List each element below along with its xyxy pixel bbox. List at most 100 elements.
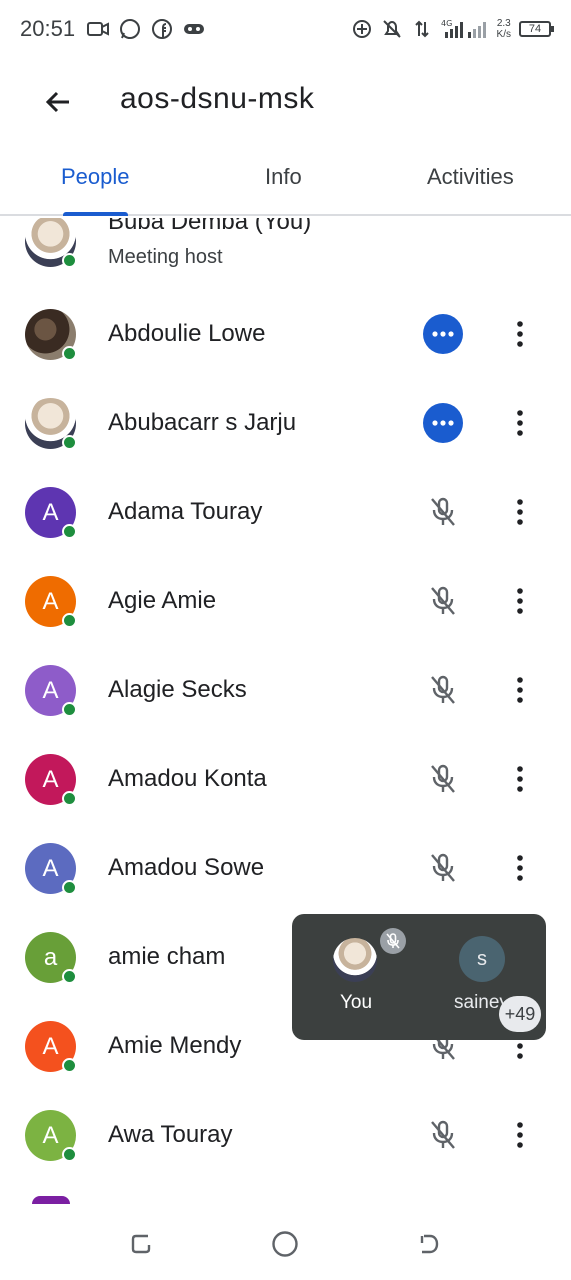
participant-row[interactable]: A Awa Touray bbox=[0, 1091, 571, 1180]
mic-status bbox=[423, 492, 463, 532]
avatar bbox=[25, 398, 77, 450]
participant-row[interactable]: Abdoulie Lowe bbox=[0, 290, 571, 379]
participant-row[interactable]: A Amadou Sowe bbox=[0, 824, 571, 913]
participant-name: Amadou Konta bbox=[108, 765, 267, 792]
notification-icons bbox=[87, 18, 205, 40]
network-speed-unit: K/s bbox=[496, 29, 511, 40]
more-options-button[interactable] bbox=[505, 492, 535, 532]
more-options-button[interactable] bbox=[505, 759, 535, 799]
speaking-indicator-button[interactable] bbox=[423, 403, 463, 443]
self-label: You bbox=[340, 992, 373, 1013]
participant-row[interactable]: A Adama Touray bbox=[0, 468, 571, 557]
online-indicator bbox=[62, 1147, 77, 1162]
avatar: A bbox=[25, 487, 77, 539]
facebook-icon bbox=[151, 18, 173, 40]
more-vert-icon bbox=[517, 677, 523, 703]
participant-role: Meeting host bbox=[108, 246, 223, 268]
online-indicator bbox=[62, 1058, 77, 1073]
online-indicator bbox=[62, 435, 77, 450]
back-button[interactable] bbox=[38, 82, 78, 122]
tab-bar: People Info Activities bbox=[0, 150, 571, 216]
participant-name: Awa Touray bbox=[108, 1121, 233, 1148]
avatar-initial: A bbox=[42, 765, 59, 793]
more-vert-icon bbox=[517, 766, 523, 792]
svg-text:4G: 4G bbox=[441, 19, 452, 28]
mic-off-icon bbox=[431, 1120, 455, 1149]
mic-off-icon bbox=[431, 675, 455, 704]
mic-status bbox=[423, 1115, 463, 1155]
participant-name: Amadou Sowe bbox=[108, 854, 265, 881]
mic-off-icon bbox=[431, 586, 455, 615]
status-bar: 20:51 4G 2.3 K/s 74 bbox=[0, 0, 571, 58]
mic-off-icon bbox=[431, 764, 455, 793]
more-vert-icon bbox=[517, 321, 523, 347]
participant-row[interactable]: A Amadou Konta bbox=[0, 735, 571, 824]
participant-name: Alagie Secks bbox=[108, 676, 247, 703]
online-indicator bbox=[62, 969, 77, 984]
participant-name: Adama Touray bbox=[108, 498, 263, 525]
system-icons: 4G 2.3 K/s 74 bbox=[351, 18, 554, 40]
avatar-initial: s bbox=[477, 947, 487, 970]
participant-name: Abdoulie Lowe bbox=[108, 320, 266, 347]
status-time: 20:51 bbox=[20, 16, 76, 41]
online-indicator bbox=[62, 253, 77, 268]
online-indicator bbox=[62, 613, 77, 628]
more-options-button[interactable] bbox=[505, 670, 535, 710]
tab-activities[interactable]: Activities bbox=[427, 164, 514, 190]
participant-list[interactable]: Buba Demba (You) Meeting host Abdoulie L… bbox=[0, 218, 571, 1203]
avatar bbox=[25, 218, 77, 268]
meeting-title: aos-dsnu-msk bbox=[120, 82, 315, 115]
network-speed: 2.3 K/s bbox=[497, 18, 511, 40]
more-vert-icon bbox=[517, 410, 523, 436]
app-bar: aos-dsnu-msk bbox=[0, 60, 571, 144]
avatar: A bbox=[25, 754, 77, 806]
whatsapp-icon bbox=[119, 18, 141, 40]
mic-status bbox=[423, 581, 463, 621]
online-indicator bbox=[62, 791, 77, 806]
online-indicator bbox=[62, 346, 77, 361]
arrow-back-icon bbox=[45, 91, 69, 113]
back-nav-button[interactable] bbox=[408, 1224, 448, 1264]
gamepad-icon bbox=[183, 18, 205, 40]
avatar-initial: A bbox=[42, 498, 59, 526]
mic-status bbox=[423, 759, 463, 799]
participant-row[interactable]: Buba Demba (You) Meeting host bbox=[0, 218, 571, 299]
home-button[interactable] bbox=[265, 1224, 305, 1264]
participant-row[interactable]: A Alagie Secks bbox=[0, 646, 571, 735]
next-avatar-partial bbox=[32, 1196, 70, 1204]
more-participants-badge[interactable]: +49 bbox=[499, 996, 541, 1032]
system-nav-bar bbox=[0, 1206, 571, 1280]
online-indicator bbox=[62, 524, 77, 539]
more-options-button[interactable] bbox=[505, 581, 535, 621]
avatar bbox=[25, 309, 77, 361]
more-options-button[interactable] bbox=[505, 1115, 535, 1155]
more-participants-count: +49 bbox=[504, 1003, 536, 1024]
participant-name: Agie Amie bbox=[108, 587, 217, 614]
tab-info[interactable]: Info bbox=[265, 164, 302, 190]
back-nav-icon bbox=[420, 1234, 439, 1254]
more-options-button[interactable] bbox=[505, 848, 535, 888]
notifications-off-icon bbox=[381, 18, 403, 40]
avatar: A bbox=[25, 843, 77, 895]
more-options-button[interactable] bbox=[505, 314, 535, 354]
participant-row[interactable]: Abubacarr s Jarju bbox=[0, 379, 571, 468]
recents-button[interactable] bbox=[122, 1224, 162, 1264]
mic-off-icon bbox=[431, 853, 455, 882]
participant-tile-avatar: s bbox=[459, 936, 505, 982]
tab-people[interactable]: People bbox=[61, 164, 130, 190]
avatar: A bbox=[25, 1021, 77, 1073]
self-mic-off-badge bbox=[380, 928, 406, 954]
battery-level: 74 bbox=[528, 23, 542, 35]
avatar: A bbox=[25, 665, 77, 717]
signal-icon: 4G bbox=[441, 18, 489, 40]
online-indicator bbox=[62, 880, 77, 895]
more-vert-icon bbox=[517, 855, 523, 881]
avatar: a bbox=[25, 932, 77, 984]
recents-icon bbox=[131, 1234, 151, 1254]
mic-off-icon bbox=[431, 497, 455, 526]
picture-in-picture-panel[interactable]: You s sainey +49 bbox=[292, 914, 546, 1040]
tab-active-indicator bbox=[63, 212, 128, 216]
participant-row[interactable]: A Agie Amie bbox=[0, 557, 571, 646]
speaking-indicator-button[interactable] bbox=[423, 314, 463, 354]
more-options-button[interactable] bbox=[505, 403, 535, 443]
